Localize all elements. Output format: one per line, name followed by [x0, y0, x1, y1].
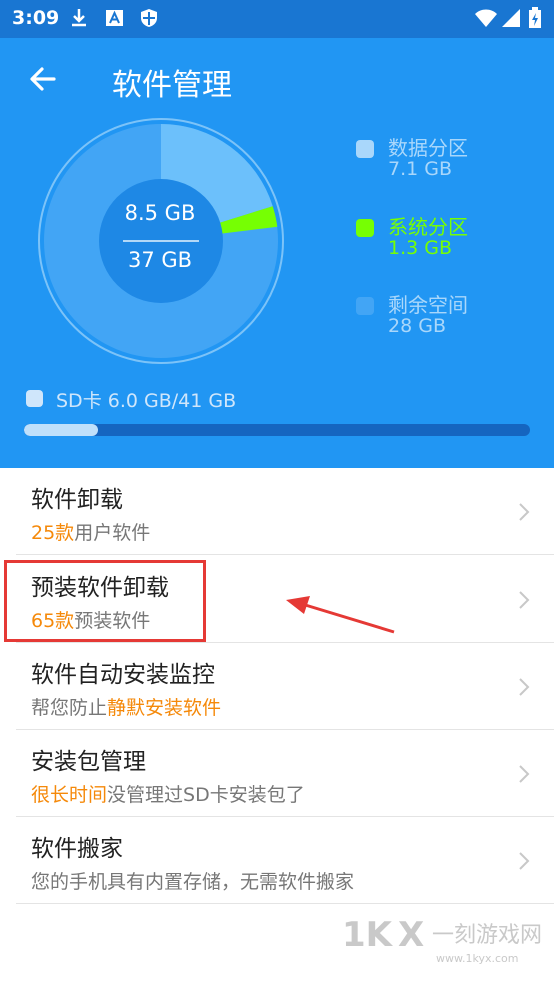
item-title: 安装包管理 [31, 749, 146, 775]
sd-card-dot [26, 390, 43, 407]
item-count: 25款 [31, 522, 75, 544]
watermark-logo-x: X [398, 915, 424, 955]
legend-value: 7.1 GB [388, 158, 453, 180]
list-item-install-monitor[interactable]: 软件自动安装监控 帮您防止静默安装软件 [16, 643, 554, 730]
watermark-url: www.1kyx.com [436, 952, 518, 965]
battery-icon [529, 7, 541, 28]
legend-value: 28 GB [388, 315, 446, 337]
item-desc: 用户软件 [74, 522, 151, 544]
item-title: 软件卸载 [31, 487, 123, 513]
chevron-right-icon [519, 591, 530, 609]
legend-name: 系统分区 [388, 215, 468, 239]
status-bar: 3:09 [0, 0, 554, 38]
legend-dot [356, 140, 374, 158]
wifi-icon [475, 9, 497, 27]
chevron-right-icon [519, 765, 530, 783]
list-item-app-move[interactable]: 软件搬家 您的手机具有内置存储，无需软件搬家 [16, 817, 554, 904]
watermark-logo-mark: 1K [342, 915, 394, 955]
legend-name: 剩余空间 [388, 293, 468, 317]
annotation-arrow-icon [286, 596, 395, 634]
status-time: 3:09 [12, 7, 60, 29]
sd-card-usage: SD卡 6.0 GB/41 GB [56, 390, 237, 412]
total-storage: 37 GB [127, 248, 193, 272]
highlight-annotation-box [4, 560, 206, 642]
item-subtitle: 您的手机具有内置存储，无需软件搬家 [31, 871, 355, 893]
download-icon [72, 9, 86, 27]
item-title: 软件搬家 [31, 836, 123, 862]
list-item-package-manager[interactable]: 安装包管理 很长时间没管理过SD卡安装包了 [16, 730, 554, 817]
a-box-icon [106, 10, 123, 26]
item-subtitle: 25款用户软件 [31, 518, 150, 545]
legend-dot [356, 219, 374, 237]
item-desc: 帮您防止 [31, 697, 108, 719]
signal-icon [502, 9, 520, 27]
item-subtitle: 帮您防止静默安装软件 [31, 693, 221, 720]
chevron-right-icon [519, 852, 530, 870]
sd-card-progress-fill [24, 424, 98, 436]
item-highlight: 静默安装软件 [107, 697, 222, 719]
storage-donut-chart [38, 118, 284, 364]
used-storage: 8.5 GB [124, 201, 196, 225]
legend-value: 1.3 GB [388, 237, 453, 259]
back-arrow-icon[interactable] [26, 62, 60, 96]
item-subtitle: 很长时间没管理过SD卡安装包了 [31, 780, 305, 807]
item-desc: 没管理过SD卡安装包了 [107, 784, 305, 806]
chevron-right-icon [519, 678, 530, 696]
list-item-uninstall[interactable]: 软件卸载 25款用户软件 [16, 468, 554, 555]
watermark-text: 一刻游戏网 [432, 923, 542, 948]
legend-dot [356, 297, 374, 315]
page-title: 软件管理 [112, 68, 232, 103]
legend-name: 数据分区 [388, 136, 468, 160]
watermark-logo: 1K X 一刻游戏网 www.1kyx.com [342, 915, 542, 965]
chevron-right-icon [519, 503, 530, 521]
item-highlight: 很长时间 [31, 784, 108, 806]
sd-card-progress-bar [24, 424, 530, 436]
item-title: 软件自动安装监控 [31, 662, 215, 688]
shield-icon [141, 9, 157, 27]
header-panel: 软件管理 8.5 GB 37 GB 数据分区 7.1 GB 系统分区 1.3 G… [0, 38, 554, 468]
